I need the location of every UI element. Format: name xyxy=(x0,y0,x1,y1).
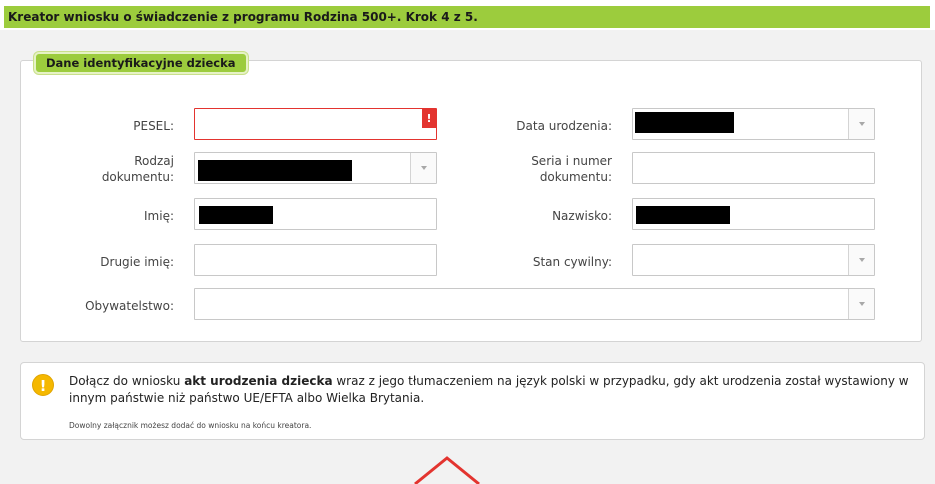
redacted-value xyxy=(635,112,734,133)
notice-text-bold: akt urodzenia dziecka xyxy=(184,374,333,388)
citizenship-select[interactable] xyxy=(194,288,875,320)
exclamation-icon: ! xyxy=(32,374,54,396)
doc-type-dropdown-button[interactable] xyxy=(410,153,436,183)
scroll-up-chevron-icon[interactable] xyxy=(407,452,487,484)
chevron-down-icon xyxy=(859,302,865,306)
doc-number-input[interactable] xyxy=(632,152,875,184)
doc-type-select[interactable] xyxy=(194,152,437,184)
notice-text-before: Dołącz do wniosku xyxy=(69,374,185,388)
doc-type-label: Rodzaj dokumentu: xyxy=(60,153,174,185)
redacted-value xyxy=(636,206,730,224)
redacted-value xyxy=(199,206,273,224)
citizenship-label: Obywatelstwo: xyxy=(85,299,174,313)
marital-status-dropdown-button[interactable] xyxy=(848,245,874,275)
chevron-down-icon xyxy=(859,258,865,262)
pesel-input[interactable]: ! xyxy=(194,108,437,140)
doc-type-label-line1: Rodzaj xyxy=(134,154,174,168)
chevron-down-icon xyxy=(421,166,427,170)
pesel-label: PESEL: xyxy=(133,119,174,133)
first-name-label: Imię: xyxy=(144,209,174,223)
doc-number-label: Seria i numer dokumentu: xyxy=(470,153,612,185)
error-flag-icon: ! xyxy=(422,109,436,128)
birth-date-label: Data urodzenia: xyxy=(516,119,612,133)
birth-date-select[interactable] xyxy=(632,108,875,140)
first-name-input[interactable] xyxy=(194,198,437,230)
notice-text: Dołącz do wniosku akt urodzenia dziecka … xyxy=(69,373,919,407)
doc-number-label-line2: dokumentu: xyxy=(539,170,612,184)
marital-status-label: Stan cywilny: xyxy=(532,255,612,269)
chevron-down-icon xyxy=(859,122,865,126)
last-name-label: Nazwisko: xyxy=(552,209,612,223)
wizard-title: Kreator wniosku o świadczenie z programu… xyxy=(4,6,930,28)
doc-type-label-line2: dokumentu: xyxy=(101,170,174,184)
birth-date-dropdown-button[interactable] xyxy=(848,109,874,139)
redacted-value xyxy=(198,160,352,181)
second-name-label: Drugie imię: xyxy=(100,255,174,269)
attachment-notice: ! Dołącz do wniosku akt urodzenia dzieck… xyxy=(20,362,925,440)
second-name-input[interactable] xyxy=(194,244,437,276)
doc-number-label-line1: Seria i numer xyxy=(531,154,612,168)
citizenship-dropdown-button[interactable] xyxy=(848,289,874,319)
section-legend: Dane identyfikacyjne dziecka xyxy=(34,52,248,74)
marital-status-select[interactable] xyxy=(632,244,875,276)
notice-small-text: Dowolny załącznik możesz dodać do wniosk… xyxy=(69,421,312,430)
last-name-input[interactable] xyxy=(632,198,875,230)
